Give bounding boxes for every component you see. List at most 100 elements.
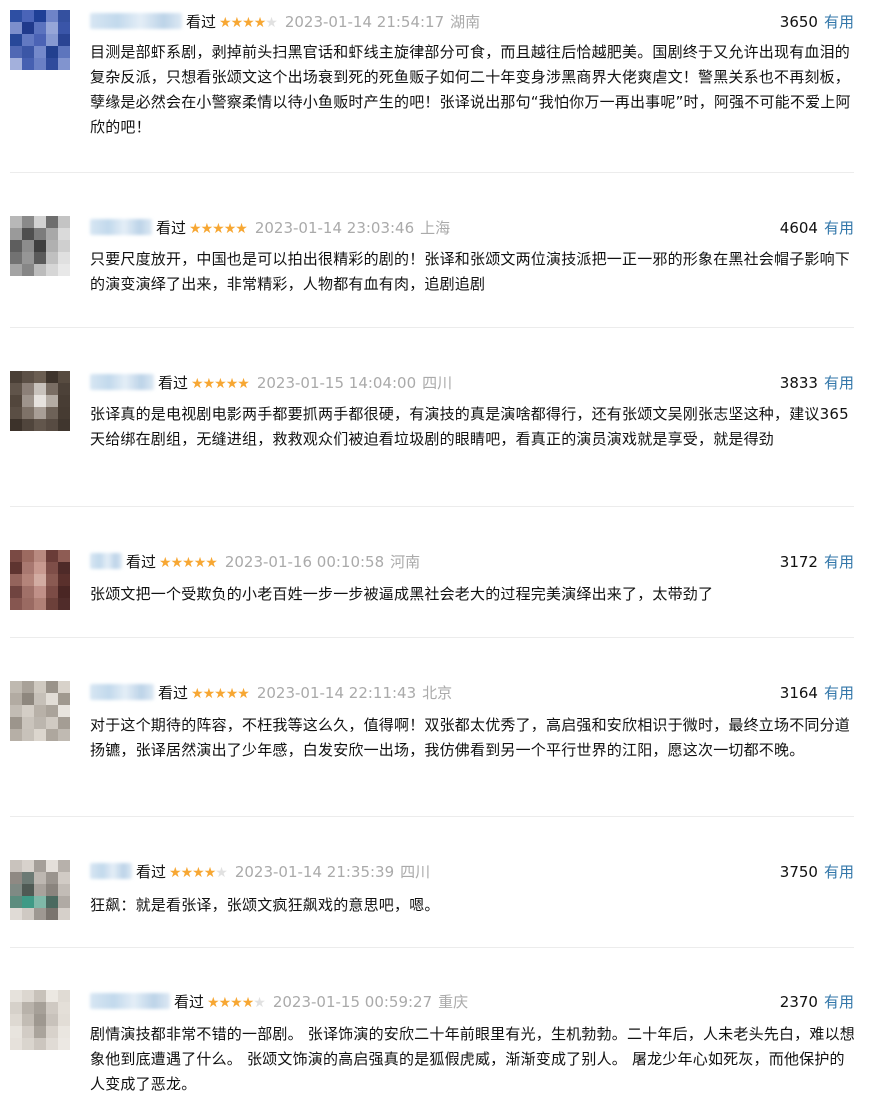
useful-button[interactable]: 有用 — [824, 684, 854, 702]
avatar[interactable] — [10, 860, 70, 920]
avatar-pixel — [34, 872, 46, 884]
vote-count: 3650 — [779, 13, 818, 31]
avatar-pixel — [46, 216, 58, 228]
star-icon: ★ — [230, 995, 243, 1011]
avatar-pixel — [22, 407, 34, 419]
avatar[interactable] — [10, 371, 70, 431]
star-icon: ★ — [265, 15, 278, 31]
useful-button[interactable]: 有用 — [824, 13, 854, 31]
useful-button[interactable]: 有用 — [824, 993, 854, 1011]
username-blurred[interactable] — [90, 219, 152, 235]
avatar-pixel — [22, 729, 34, 741]
avatar-pixel — [46, 717, 58, 729]
avatar-pixel — [46, 46, 58, 58]
avatar[interactable] — [10, 216, 70, 276]
avatar-pixel — [58, 872, 70, 884]
star-icon: ★ — [225, 376, 239, 392]
avatar-pixel — [34, 693, 46, 705]
avatar-pixel — [34, 371, 46, 383]
avatar-pixel — [34, 884, 46, 896]
avatar-pixel — [10, 264, 22, 276]
avatar-pixel — [22, 693, 34, 705]
username-blurred[interactable] — [90, 863, 132, 879]
avatar-pixel — [10, 419, 22, 431]
avatar-pixel — [22, 1026, 34, 1038]
avatar-pixel — [22, 884, 34, 896]
avatar-pixel — [58, 990, 70, 1002]
avatar-pixel — [10, 872, 22, 884]
divider — [10, 947, 854, 948]
username-blurred[interactable] — [90, 374, 154, 390]
star-icon: ★ — [237, 376, 250, 392]
avatar-pixel — [58, 550, 70, 562]
username-blurred[interactable] — [90, 13, 182, 29]
avatar[interactable] — [10, 10, 70, 70]
star-icon: ★ — [182, 555, 195, 571]
avatar-pixel — [22, 1002, 34, 1014]
star-icon: ★ — [200, 221, 214, 237]
star-icon: ★ — [202, 376, 216, 392]
avatar[interactable] — [10, 990, 70, 1050]
avatar-pixel — [22, 383, 34, 395]
useful-button[interactable]: 有用 — [824, 374, 854, 392]
avatar-pixel — [34, 705, 46, 717]
avatar-pixel — [58, 264, 70, 276]
avatar-pixel — [22, 717, 34, 729]
avatar-pixel — [58, 216, 70, 228]
review-text: 剧情演技都非常不错的一部剧。 张译饰演的安欣二十年前眼里有光，生机勃勃。二十年后… — [90, 1025, 855, 1093]
avatar-pixel — [46, 264, 58, 276]
review-date: 2023-01-15 14:04:00 — [256, 374, 417, 392]
star-icon: ★ — [170, 555, 184, 571]
star-icon: ★ — [237, 686, 250, 702]
star-icon: ★ — [207, 995, 220, 1011]
avatar-pixel — [46, 419, 58, 431]
avatar-pixel — [34, 1038, 46, 1050]
avatar-pixel — [58, 562, 70, 574]
avatar-pixel — [58, 896, 70, 908]
avatar-pixel — [58, 1038, 70, 1050]
rating-stars: ★★★★★ — [191, 682, 250, 706]
avatar-pixel — [22, 419, 34, 431]
avatar-pixel — [22, 371, 34, 383]
avatar-pixel — [10, 10, 22, 22]
avatar-pixel — [58, 240, 70, 252]
avatar-pixel — [34, 586, 46, 598]
vote-count: 3750 — [779, 863, 818, 881]
review-location: 四川 — [400, 863, 431, 881]
star-icon: ★ — [193, 555, 207, 571]
star-icon: ★ — [235, 221, 248, 237]
avatar-pixel — [46, 22, 58, 34]
avatar-pixel — [22, 872, 34, 884]
avatar-pixel — [46, 990, 58, 1002]
useful-button[interactable]: 有用 — [824, 553, 854, 571]
star-icon: ★ — [191, 376, 204, 392]
review-header: 看过 ★★★★★ 2023-01-14 21:54:17 湖南 3650 有用 — [90, 10, 854, 34]
avatar[interactable] — [10, 550, 70, 610]
review-text: 张颂文把一个受欺负的小老百姓一步一步被逼成黑社会老大的过程完美演绎出来了，太带劲… — [90, 585, 714, 603]
useful-button[interactable]: 有用 — [824, 219, 854, 237]
username-blurred[interactable] — [90, 684, 154, 700]
avatar-pixel — [34, 860, 46, 872]
star-icon: ★ — [223, 221, 237, 237]
star-icon: ★ — [191, 686, 204, 702]
useful-button[interactable]: 有用 — [824, 863, 854, 881]
review-location: 四川 — [422, 374, 453, 392]
avatar-pixel — [22, 586, 34, 598]
avatar-pixel — [34, 228, 46, 240]
avatar-pixel — [34, 896, 46, 908]
avatar-pixel — [10, 860, 22, 872]
avatar-pixel — [22, 252, 34, 264]
avatar-pixel — [46, 1038, 58, 1050]
star-icon: ★ — [159, 555, 172, 571]
avatar[interactable] — [10, 681, 70, 741]
review-text: 只要尺度放开，中国也是可以拍出很精彩的剧的！张译和张颂文两位演技派把一正一邪的形… — [90, 250, 851, 293]
avatar-pixel — [22, 598, 34, 610]
avatar-pixel — [46, 586, 58, 598]
avatar-pixel — [58, 252, 70, 264]
star-icon: ★ — [192, 865, 205, 881]
username-blurred[interactable] — [90, 553, 122, 569]
avatar-pixel — [58, 729, 70, 741]
avatar-pixel — [34, 1002, 46, 1014]
star-icon: ★ — [242, 15, 255, 31]
username-blurred[interactable] — [90, 993, 170, 1009]
